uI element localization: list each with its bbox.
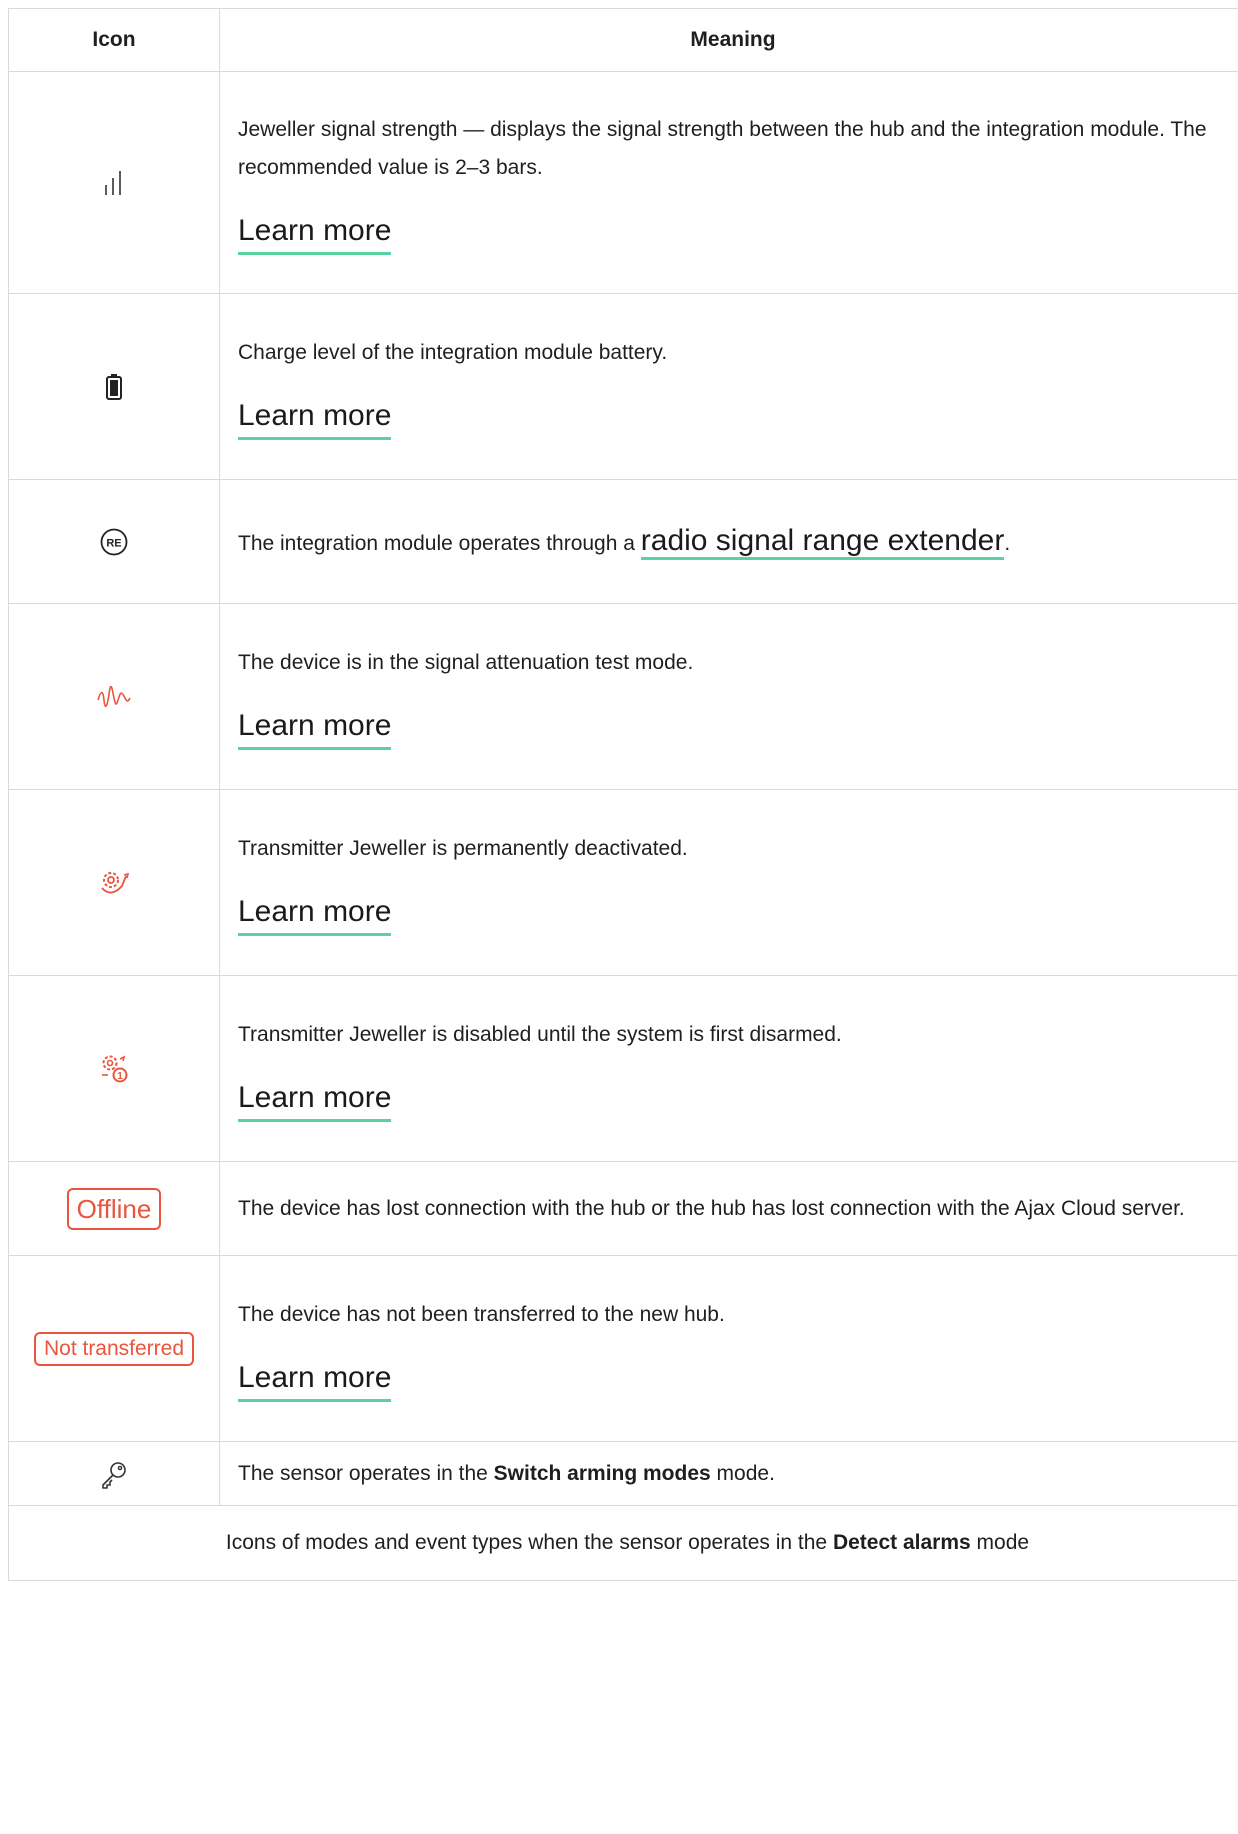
icon-cell: 1 (8, 975, 220, 1162)
table-row: 1 Transmitter Jeweller is disabled until… (8, 975, 1238, 1162)
battery-icon (106, 373, 122, 400)
meaning-cell: Transmitter Jeweller is permanently deac… (219, 789, 1238, 976)
table-row: RE The integration module operates throu… (8, 479, 1238, 604)
learn-more-link[interactable]: Learn more (238, 211, 392, 255)
icon-cell (8, 789, 220, 976)
meaning-cell: Jeweller signal strength — displays the … (219, 71, 1238, 294)
key-icon (102, 1461, 126, 1489)
footer-text-end: mode (970, 1531, 1030, 1554)
icon-cell: Offline (8, 1161, 220, 1256)
learn-more-link[interactable]: Learn more (238, 396, 392, 440)
meaning-text: Jeweller signal strength — displays the … (238, 117, 1207, 179)
footer-row: Icons of modes and event types when the … (8, 1505, 1238, 1581)
header-icon: Icon (8, 8, 220, 72)
detect-alarms-bold: Detect alarms (832, 1531, 971, 1554)
not-transferred-badge: Not transferred (33, 1331, 195, 1366)
footer-cell: Icons of modes and event types when the … (8, 1505, 1238, 1581)
learn-more-link[interactable]: Learn more (238, 1358, 392, 1402)
meaning-text: The device has lost connection with the … (238, 1196, 1185, 1220)
table-row: Not transferred The device has not been … (8, 1255, 1238, 1442)
meaning-text-part: The sensor operates in the (238, 1461, 494, 1485)
learn-more-link[interactable]: Learn more (238, 706, 392, 750)
meaning-text: The device has not been transferred to t… (238, 1302, 725, 1326)
meaning-text: Transmitter Jeweller is permanently deac… (238, 836, 688, 860)
table-row: Charge level of the integration module b… (8, 293, 1238, 480)
table-row: The sensor operates in the Switch arming… (8, 1441, 1238, 1506)
meaning-text: The integration module operates through … (238, 521, 1228, 563)
jeweller-disabled-until-disarm-icon: 1 (102, 1055, 128, 1082)
signal-attenuation-wave-icon (97, 685, 131, 707)
meaning-text: The device is in the signal attenuation … (238, 650, 694, 674)
meaning-cell: The device has lost connection with the … (219, 1161, 1238, 1256)
signal-strength-icon (105, 170, 121, 195)
meaning-text-part: The integration module operates through … (238, 531, 641, 555)
meaning-text: The sensor operates in the Switch arming… (238, 1455, 1228, 1493)
table-row: Offline The device has lost connection w… (8, 1161, 1238, 1256)
meaning-text-part: . (1004, 531, 1011, 555)
jeweller-deactivated-icon (101, 871, 130, 893)
meaning-text: Charge level of the integration module b… (238, 340, 668, 364)
table-header-row: Icon Meaning (8, 8, 1238, 72)
meaning-text: Transmitter Jeweller is disabled until t… (238, 1022, 842, 1046)
meaning-cell: Transmitter Jeweller is disabled until t… (219, 975, 1238, 1162)
table-row: Jeweller signal strength — displays the … (8, 71, 1238, 294)
range-extender-link[interactable]: radio signal range extender (640, 523, 1005, 560)
icon-cell (8, 1441, 220, 1506)
icon-cell (8, 71, 220, 294)
learn-more-link[interactable]: Learn more (238, 1078, 392, 1122)
svg-text:RE: RE (106, 537, 121, 549)
footer-text: Icons of modes and event types when the … (225, 1531, 833, 1554)
switch-arming-modes-bold: Switch arming modes (493, 1461, 711, 1485)
meaning-cell: Charge level of the integration module b… (219, 293, 1238, 480)
table-row: The device is in the signal attenuation … (8, 603, 1238, 790)
meaning-cell: The sensor operates in the Switch arming… (219, 1441, 1238, 1506)
icon-cell (8, 603, 220, 790)
icon-cell: RE (8, 479, 220, 604)
icon-cell: Not transferred (8, 1255, 220, 1442)
meaning-cell: The device has not been transferred to t… (219, 1255, 1238, 1442)
meaning-cell: The device is in the signal attenuation … (219, 603, 1238, 790)
offline-badge: Offline (66, 1187, 162, 1230)
range-extender-re-icon: RE (100, 528, 128, 555)
meaning-text-part: mode. (710, 1461, 775, 1485)
meaning-cell: The integration module operates through … (219, 479, 1238, 604)
table-row: Transmitter Jeweller is permanently deac… (8, 789, 1238, 976)
svg-text:1: 1 (117, 1071, 123, 1082)
icons-table: Icon Meaning Jeweller signal strength — … (8, 8, 1238, 1581)
learn-more-link[interactable]: Learn more (238, 892, 392, 936)
header-meaning: Meaning (219, 8, 1238, 72)
icon-cell (8, 293, 220, 480)
